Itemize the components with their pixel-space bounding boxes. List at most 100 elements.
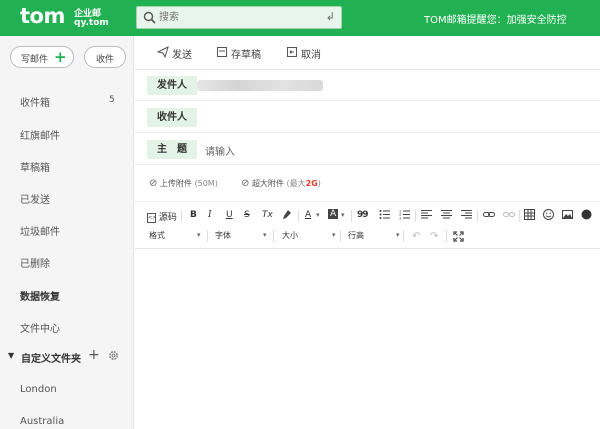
link-icon[interactable] [483,209,495,223]
logo-wordmark: tom [20,4,65,28]
sidebar-item-sent[interactable]: 已发送 [20,191,50,206]
save-draft-label: 存草稿 [231,50,261,61]
logo-domain: qy.tom [74,18,109,28]
source-icon: <> [147,212,157,223]
send-icon [157,46,169,58]
search-box[interactable]: ↲ [136,6,342,29]
align-right-icon[interactable] [461,209,472,223]
add-folder-icon[interactable]: + [88,347,100,363]
bullet-list-icon[interactable] [379,209,390,223]
gear-icon[interactable] [108,350,119,361]
custom-folder-header[interactable]: ▼ 自定义文件夹 + [8,347,130,365]
upload-attachment-label: 上传附件 [159,179,192,188]
big-note-prefix: (最大 [286,179,306,188]
chevron-down-icon: ▾ [197,231,201,239]
plus-icon: + [54,48,67,66]
divider [273,230,274,242]
big-attachment-label: 超大附件 [251,179,284,188]
underline-button[interactable]: U [226,210,233,220]
emoji-icon[interactable] [543,209,554,223]
compose-toolbar: 发送 存草稿 取消 [135,36,600,70]
align-center-icon[interactable] [441,209,452,223]
size-dropdown[interactable]: 大小 ▾ [282,230,336,241]
subject-row[interactable]: 主 题 请输入 [135,135,600,165]
numbered-list-icon[interactable]: 123 [399,209,410,223]
divider [340,230,341,242]
chevron-down-icon[interactable]: ▾ [341,211,345,219]
divider [181,210,182,222]
table-icon[interactable] [524,209,535,223]
upload-attachment-link[interactable]: ⊘ 上传附件 (50M) [149,178,218,189]
sidebar-folder-australia[interactable]: Australia [20,416,64,427]
sidebar-item-data-recovery[interactable]: 数据恢复 [20,288,60,303]
custom-folder-label: 自定义文件夹 [21,354,81,365]
sidebar-item-spam[interactable]: 垃圾邮件 [20,223,60,238]
format-painter-icon[interactable] [281,209,292,223]
paperclip-icon: ⊘ [149,178,158,189]
format-dropdown[interactable]: 格式 ▾ [149,230,201,241]
divider [477,210,478,222]
sidebar-item-deleted[interactable]: 已删除 [20,255,50,270]
send-label: 发送 [172,50,192,61]
chevron-down-icon[interactable]: ▾ [316,211,320,219]
receive-label: 收件 [95,55,114,65]
app-header: tom 企业邮 qy.tom ↲ TOM邮箱提醒您：加强安全防控 [0,0,600,36]
unlink-icon[interactable] [503,209,515,223]
search-input[interactable] [159,10,309,25]
draft-icon [217,47,227,57]
font-dropdown[interactable]: 字体 ▾ [215,230,267,241]
compose-button[interactable]: 写邮件 + [10,46,74,68]
align-left-icon[interactable] [421,209,432,223]
message-body-editor[interactable] [135,250,600,429]
attachment-row: ⊘ 上传附件 (50M) ⊘ 超大附件 (最大2G) [135,166,600,202]
line-height-dropdown[interactable]: 行高 ▾ [348,230,400,241]
sidebar-folder-london[interactable]: London [20,384,57,395]
sender-row: 发件人 [135,71,600,101]
chevron-down-icon: ▾ [396,231,400,239]
sidebar-item-flagged[interactable]: 红旗邮件 [20,127,60,142]
fullscreen-icon[interactable] [453,231,464,245]
bold-button[interactable]: B [190,210,197,220]
big-attachment-link[interactable]: ⊘ 超大附件 (最大2G) [241,178,321,189]
subject-input[interactable]: 请输入 [205,143,235,158]
divider [207,230,208,242]
divider [446,230,447,242]
compose-label: 写邮件 [21,55,49,65]
clear-format-button[interactable]: Tx [262,210,273,220]
source-code-button[interactable]: <> 源码 [147,210,177,223]
recipient-input[interactable] [205,111,585,125]
sidebar: 写邮件 + 收件 收件箱 5 红旗邮件 草稿箱 已发送 垃圾邮件 已删除 数据恢… [0,36,134,429]
format-label: 格式 [149,231,165,240]
compass-icon[interactable] [581,209,592,223]
sidebar-item-drafts[interactable]: 草稿箱 [20,159,50,174]
sidebar-item-file-center[interactable]: 文件中心 [20,320,60,335]
redo-icon[interactable]: ↷ [430,231,438,242]
security-notice[interactable]: TOM邮箱提醒您：加强安全防控 [424,11,567,26]
big-size: 2G [305,179,318,188]
quote-button[interactable]: 99 [357,210,368,220]
sidebar-item-inbox[interactable]: 收件箱 [20,94,50,109]
upload-limit: (50M) [194,179,218,188]
recipient-row[interactable]: 收件人 [135,103,600,133]
image-icon[interactable] [562,209,573,223]
source-label: 源码 [158,213,177,223]
italic-button[interactable]: I [208,210,212,220]
cancel-label: 取消 [301,50,321,61]
strikethrough-button[interactable]: S [244,210,250,220]
undo-icon[interactable]: ↶ [412,231,420,242]
sender-label: 发件人 [147,76,197,95]
collapse-triangle-icon[interactable]: ▼ [8,351,14,360]
sender-address-blurred[interactable] [197,80,323,91]
bg-color-button[interactable]: A [328,209,339,219]
enter-icon[interactable]: ↲ [326,10,335,23]
svg-text:3: 3 [399,217,401,221]
font-color-button[interactable]: A [305,210,311,220]
chevron-down-icon: ▾ [263,231,267,239]
paperclip-icon: ⊘ [241,178,250,189]
recipient-label: 收件人 [147,108,197,127]
search-icon [143,11,156,24]
divider [351,210,352,222]
divider [519,210,520,222]
receive-button[interactable]: 收件 [84,46,126,68]
divider [415,210,416,222]
